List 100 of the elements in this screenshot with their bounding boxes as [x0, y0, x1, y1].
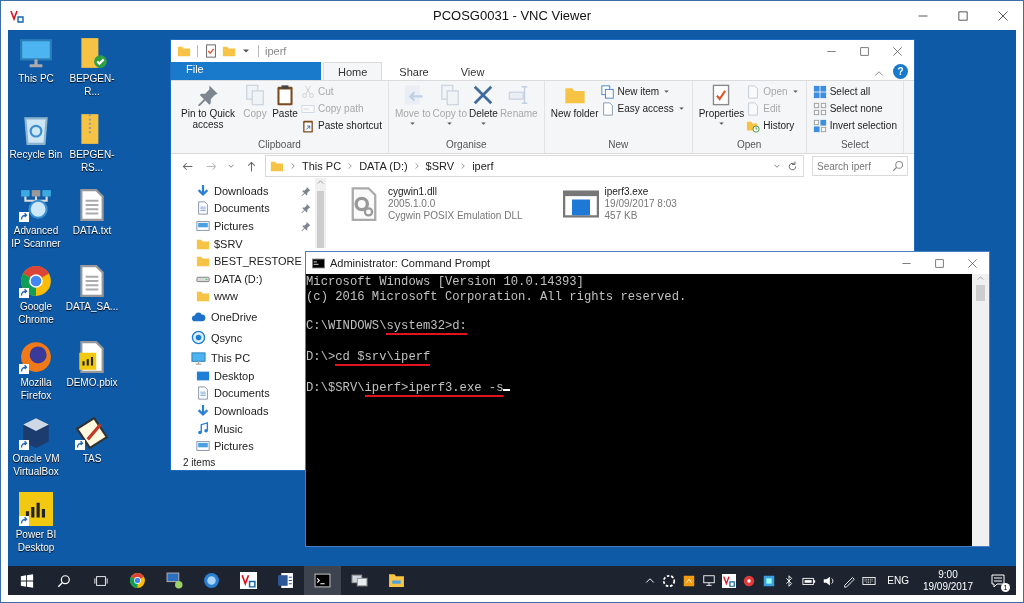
mixed-grid-icon: [812, 118, 827, 133]
desktop-shortcut[interactable]: BEPGEN-RS...: [64, 112, 120, 188]
nav-item[interactable]: Music: [171, 419, 243, 438]
desktop-shortcut[interactable]: This PC: [8, 36, 64, 112]
desktop-shortcut[interactable]: DEMO.pbix: [64, 340, 120, 416]
scroll-thumb[interactable]: [976, 285, 985, 301]
input-language[interactable]: ENG: [887, 575, 909, 586]
circle-app-icon: [203, 572, 220, 589]
scrollbar[interactable]: [972, 274, 989, 546]
notification-icon: [989, 572, 1006, 589]
ribbon-tab[interactable]: View: [445, 62, 500, 80]
delete-cross-icon: [472, 84, 495, 106]
nav-item[interactable]: Downloads: [171, 182, 315, 200]
desktop-shortcut[interactable]: Advanced IP Scanner: [8, 188, 64, 264]
desktop-shortcut[interactable]: Power BI Desktop: [8, 492, 64, 568]
nav-item[interactable]: Pictures: [171, 217, 315, 235]
ribbon-button[interactable]: Paste: [271, 84, 299, 139]
ribbon-button[interactable]: Delete: [468, 84, 498, 139]
copy-pages-icon: [244, 84, 266, 106]
folder-icon: [196, 254, 210, 269]
chrome-logo-icon: [19, 264, 53, 298]
record-icon: [742, 573, 757, 588]
pin-icon: [197, 84, 219, 106]
address-bar[interactable]: This PC DATA (D:) $SRV iperf: [265, 155, 804, 177]
scroll-thumb[interactable]: [317, 191, 324, 248]
ribbon-button[interactable]: Easy access: [600, 101, 686, 116]
desktop-shortcut[interactable]: DATA.txt: [64, 188, 120, 264]
ribbon-button[interactable]: New item: [600, 84, 686, 99]
ribbon-button[interactable]: New folder: [550, 84, 599, 139]
networked-computers-icon: [19, 188, 53, 222]
hand-writing-icon: [75, 416, 109, 450]
clock[interactable]: 9:00 19/09/2017: [922, 568, 973, 593]
ribbon-button[interactable]: Pin to Quick access: [177, 84, 239, 139]
ribbon-button[interactable]: Select none: [812, 101, 897, 116]
scrollbar[interactable]: [315, 178, 326, 248]
down-arrow-icon: [196, 403, 210, 418]
desktop-shortcut[interactable]: DATA_SA...: [64, 264, 120, 340]
nav-item[interactable]: BEST_RESTORE: [171, 252, 302, 270]
desktop-shortcut[interactable]: Recycle Bin: [8, 112, 64, 188]
breadcrumb[interactable]: DATA (D:): [359, 160, 408, 172]
nav-item[interactable]: Pictures: [171, 437, 254, 455]
folder-icon: [196, 289, 210, 304]
ribbon-button[interactable]: Select all: [812, 84, 897, 99]
folder-icon: [270, 159, 284, 173]
refresh-icon: [786, 159, 799, 173]
nav-item[interactable]: DATA (D:): [171, 269, 263, 288]
maximize-icon: [957, 9, 969, 22]
desktop-shortcut[interactable]: BEPGEN-R...: [64, 36, 120, 112]
breadcrumb[interactable]: $SRV: [425, 160, 455, 172]
firefox-logo-icon: [19, 340, 53, 374]
monitor-icon: [191, 350, 206, 366]
item-count: 2 items: [183, 456, 216, 468]
fan-icon: [662, 573, 677, 588]
clipboard-icon: [274, 84, 296, 106]
nav-item[interactable]: Desktop: [171, 366, 255, 385]
page-icon: [746, 84, 761, 99]
ribbon-tab[interactable]: Share: [384, 62, 444, 80]
ribbon-tab[interactable]: Home: [323, 62, 383, 80]
nav-item[interactable]: Documents: [171, 384, 270, 403]
file-item[interactable]: iperf3.exe 19/09/2017 8:03 457 KB: [562, 186, 713, 222]
nav-item[interactable]: Documents: [171, 199, 315, 218]
task-view-icon: [93, 573, 108, 588]
monitor-icon: [19, 36, 53, 70]
ribbon-button[interactable]: Invert selection: [812, 118, 897, 133]
nav-item[interactable]: OneDrive: [171, 308, 258, 326]
app-logo-icon: [240, 572, 257, 589]
nav-item[interactable]: www: [171, 287, 238, 306]
window-title: PCOSG0031 - VNC Viewer: [432, 8, 592, 23]
search-field[interactable]: Search iperf: [812, 156, 908, 176]
ribbon-group-label: Open: [735, 139, 763, 152]
ribbon-button[interactable]: Properties: [698, 84, 745, 139]
file-item[interactable]: cygwin1.dll 2005.1.0.0 Cygwin POSIX Emulation DLL: [346, 186, 523, 222]
nav-item[interactable]: $SRV: [171, 234, 243, 253]
breadcrumb[interactable]: This PC: [302, 160, 342, 172]
desktop-shortcut[interactable]: Oracle VM VirtualBox: [8, 416, 64, 492]
close-icon: [892, 45, 903, 57]
nav-item[interactable]: Downloads: [171, 402, 269, 420]
ribbon-button[interactable]: History: [746, 118, 800, 133]
help-button[interactable]: ?: [893, 63, 908, 79]
maximize-icon: [934, 257, 945, 269]
window-title: Administrator: Command Prompt: [330, 257, 491, 269]
nav-item[interactable]: This PC: [171, 349, 251, 367]
copy-pages-icon: [438, 84, 461, 106]
folder-icon: [222, 44, 236, 58]
file-menu-tab[interactable]: File: [171, 62, 321, 80]
desktop-shortcut[interactable]: Google Chrome: [8, 264, 64, 340]
desktop-shortcut[interactable]: TAS: [64, 416, 120, 492]
music-note-icon: [196, 421, 210, 436]
console-line: D:\$SRV\iperf>iperf3.exe -s: [306, 380, 511, 397]
picture-icon: [196, 439, 210, 454]
search-icon: [892, 160, 904, 172]
ribbon-group-label: Organise: [445, 139, 488, 152]
desktop-shortcut[interactable]: Mozilla Firefox: [8, 340, 64, 416]
console-icon: [312, 256, 325, 270]
network-monitor-icon: [702, 573, 717, 588]
ribbon-group-label: Clipboard: [257, 139, 302, 152]
nav-item[interactable]: Qsync: [171, 328, 243, 347]
ribbon-button[interactable]: Paste shortcut: [301, 118, 382, 133]
pages-icon: [600, 84, 615, 99]
breadcrumb[interactable]: iperf: [472, 160, 494, 172]
